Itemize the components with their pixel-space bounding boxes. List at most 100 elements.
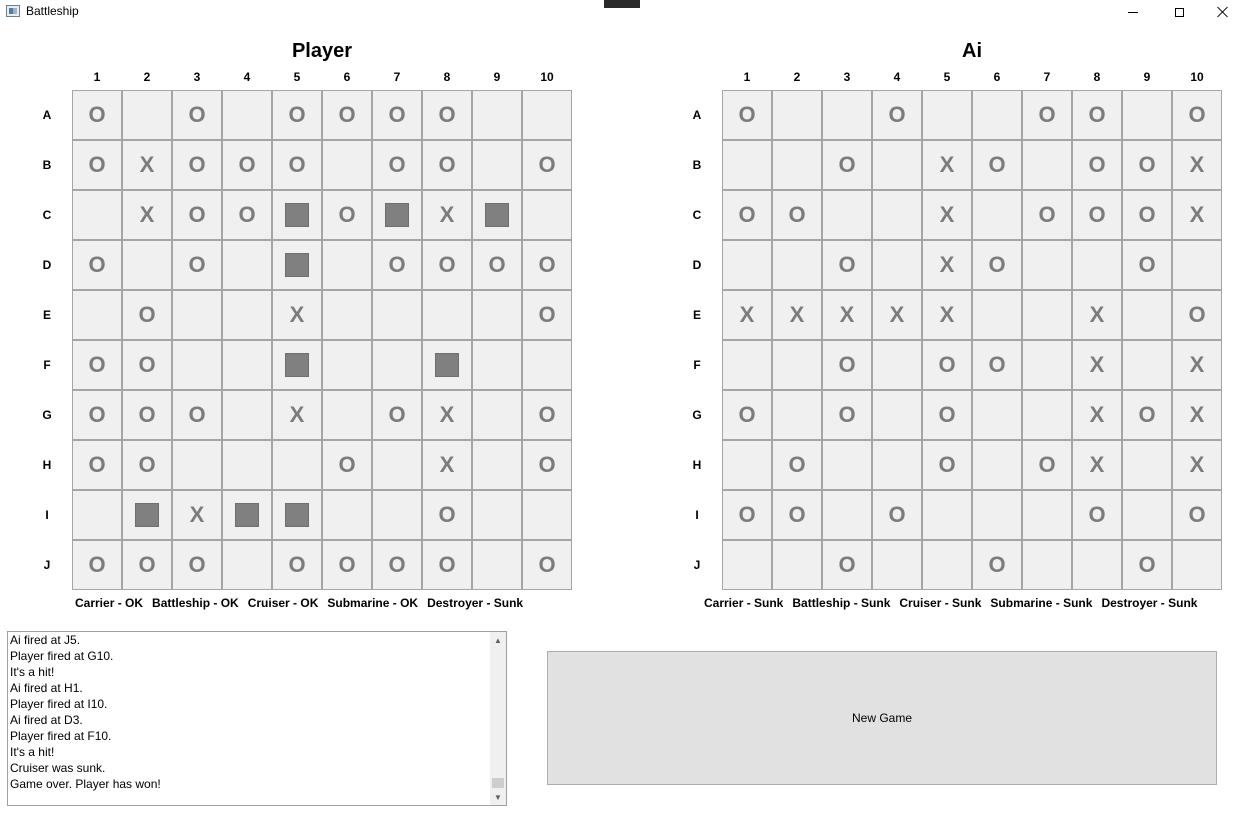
grid-cell-G9[interactable]: O bbox=[1122, 390, 1172, 440]
grid-cell-E8[interactable]: X bbox=[1072, 290, 1122, 340]
grid-cell-H8[interactable]: X bbox=[1072, 440, 1122, 490]
grid-cell-C4[interactable] bbox=[872, 190, 922, 240]
grid-cell-D1[interactable] bbox=[722, 240, 772, 290]
grid-cell-D5[interactable]: X bbox=[922, 240, 972, 290]
grid-cell-C10[interactable]: X bbox=[1172, 190, 1222, 240]
grid-cell-I3[interactable] bbox=[822, 490, 872, 540]
new-game-button[interactable]: New Game bbox=[547, 651, 1217, 785]
grid-cell-D10[interactable] bbox=[1172, 240, 1222, 290]
grid-cell-I6[interactable] bbox=[972, 490, 1022, 540]
grid-cell-C8[interactable]: O bbox=[1072, 190, 1122, 240]
grid-cell-G1[interactable]: O bbox=[722, 390, 772, 440]
grid-cell-E1[interactable]: X bbox=[722, 290, 772, 340]
grid-cell-B5[interactable]: X bbox=[922, 140, 972, 190]
game-log-scrollbar[interactable]: ▲ ▼ bbox=[490, 632, 506, 805]
game-log[interactable]: Ai fired at J5. Player fired at G10. It's … bbox=[7, 631, 507, 806]
grid-cell-C1[interactable]: O bbox=[722, 190, 772, 240]
grid-cell-E2[interactable]: X bbox=[772, 290, 822, 340]
grid-cell-A9[interactable] bbox=[1122, 90, 1172, 140]
grid-cell-B9[interactable]: O bbox=[1122, 140, 1172, 190]
grid-cell-J3[interactable]: O bbox=[822, 540, 872, 590]
grid-cell-G2[interactable] bbox=[772, 390, 822, 440]
grid-cell-A1[interactable]: O bbox=[722, 90, 772, 140]
grid-cell-B2[interactable] bbox=[772, 140, 822, 190]
grid-cell-B3[interactable]: O bbox=[822, 140, 872, 190]
grid-cell-F7[interactable] bbox=[1022, 340, 1072, 390]
grid-cell-G6[interactable] bbox=[972, 390, 1022, 440]
grid-cell-J6[interactable]: O bbox=[972, 540, 1022, 590]
grid-cell-F9[interactable] bbox=[1122, 340, 1172, 390]
grid-cell-E9[interactable] bbox=[1122, 290, 1172, 340]
grid-cell-G4[interactable] bbox=[872, 390, 922, 440]
grid-cell-B10[interactable]: X bbox=[1172, 140, 1222, 190]
grid-cell-I4[interactable]: O bbox=[872, 490, 922, 540]
grid-cell-E7[interactable] bbox=[1022, 290, 1072, 340]
grid-cell-C2[interactable]: O bbox=[772, 190, 822, 240]
grid-cell-G7[interactable] bbox=[1022, 390, 1072, 440]
grid-cell-A7[interactable]: O bbox=[1022, 90, 1072, 140]
grid-cell-D2[interactable] bbox=[772, 240, 822, 290]
maximize-button[interactable] bbox=[1156, 0, 1202, 24]
grid-cell-F8[interactable]: X bbox=[1072, 340, 1122, 390]
grid-cell-B8[interactable]: O bbox=[1072, 140, 1122, 190]
grid-cell-J5[interactable] bbox=[922, 540, 972, 590]
grid-cell-E6[interactable] bbox=[972, 290, 1022, 340]
grid-cell-J9[interactable]: O bbox=[1122, 540, 1172, 590]
grid-cell-H10[interactable]: X bbox=[1172, 440, 1222, 490]
grid-cell-D9[interactable]: O bbox=[1122, 240, 1172, 290]
grid-cell-J4[interactable] bbox=[872, 540, 922, 590]
grid-cell-E4[interactable]: X bbox=[872, 290, 922, 340]
scroll-up-icon[interactable]: ▲ bbox=[490, 632, 506, 648]
grid-cell-G10[interactable]: X bbox=[1172, 390, 1222, 440]
grid-cell-B7[interactable] bbox=[1022, 140, 1072, 190]
grid-cell-I7[interactable] bbox=[1022, 490, 1072, 540]
grid-cell-C9[interactable]: O bbox=[1122, 190, 1172, 240]
grid-cell-F3[interactable]: O bbox=[822, 340, 872, 390]
grid-cell-J10[interactable] bbox=[1172, 540, 1222, 590]
grid-cell-H1[interactable] bbox=[722, 440, 772, 490]
grid-cell-H9[interactable] bbox=[1122, 440, 1172, 490]
grid-cell-H5[interactable]: O bbox=[922, 440, 972, 490]
grid-cell-C6[interactable] bbox=[972, 190, 1022, 240]
grid-cell-H2[interactable]: O bbox=[772, 440, 822, 490]
grid-cell-A2[interactable] bbox=[772, 90, 822, 140]
grid-cell-E10[interactable]: O bbox=[1172, 290, 1222, 340]
grid-cell-J2[interactable] bbox=[772, 540, 822, 590]
grid-cell-F2[interactable] bbox=[772, 340, 822, 390]
grid-cell-B6[interactable]: O bbox=[972, 140, 1022, 190]
grid-cell-I9[interactable] bbox=[1122, 490, 1172, 540]
grid-cell-E5[interactable]: X bbox=[922, 290, 972, 340]
grid-cell-I5[interactable] bbox=[922, 490, 972, 540]
grid-cell-D8[interactable] bbox=[1072, 240, 1122, 290]
scroll-down-icon[interactable]: ▼ bbox=[490, 789, 506, 805]
grid-cell-E3[interactable]: X bbox=[822, 290, 872, 340]
grid-cell-H6[interactable] bbox=[972, 440, 1022, 490]
grid-cell-F6[interactable]: O bbox=[972, 340, 1022, 390]
scroll-thumb[interactable] bbox=[492, 778, 504, 788]
grid-cell-A8[interactable]: O bbox=[1072, 90, 1122, 140]
grid-cell-C5[interactable]: X bbox=[922, 190, 972, 240]
grid-cell-J8[interactable] bbox=[1072, 540, 1122, 590]
grid-cell-F10[interactable]: X bbox=[1172, 340, 1222, 390]
grid-cell-I10[interactable]: O bbox=[1172, 490, 1222, 540]
grid-cell-H7[interactable]: O bbox=[1022, 440, 1072, 490]
grid-cell-H4[interactable] bbox=[872, 440, 922, 490]
grid-cell-A6[interactable] bbox=[972, 90, 1022, 140]
title-bar[interactable]: Battleship bbox=[0, 0, 1246, 24]
grid-cell-F1[interactable] bbox=[722, 340, 772, 390]
grid-cell-F5[interactable]: O bbox=[922, 340, 972, 390]
grid-cell-G8[interactable]: X bbox=[1072, 390, 1122, 440]
grid-cell-B4[interactable] bbox=[872, 140, 922, 190]
grid-cell-D4[interactable] bbox=[872, 240, 922, 290]
minimize-button[interactable] bbox=[1110, 0, 1156, 24]
grid-cell-F4[interactable] bbox=[872, 340, 922, 390]
grid-cell-C7[interactable]: O bbox=[1022, 190, 1072, 240]
grid-cell-I8[interactable]: O bbox=[1072, 490, 1122, 540]
grid-cell-A3[interactable] bbox=[822, 90, 872, 140]
grid-cell-B1[interactable] bbox=[722, 140, 772, 190]
close-button[interactable] bbox=[1200, 0, 1246, 24]
grid-cell-G5[interactable]: O bbox=[922, 390, 972, 440]
grid-cell-J1[interactable] bbox=[722, 540, 772, 590]
grid-cell-D6[interactable]: O bbox=[972, 240, 1022, 290]
grid-cell-D3[interactable]: O bbox=[822, 240, 872, 290]
